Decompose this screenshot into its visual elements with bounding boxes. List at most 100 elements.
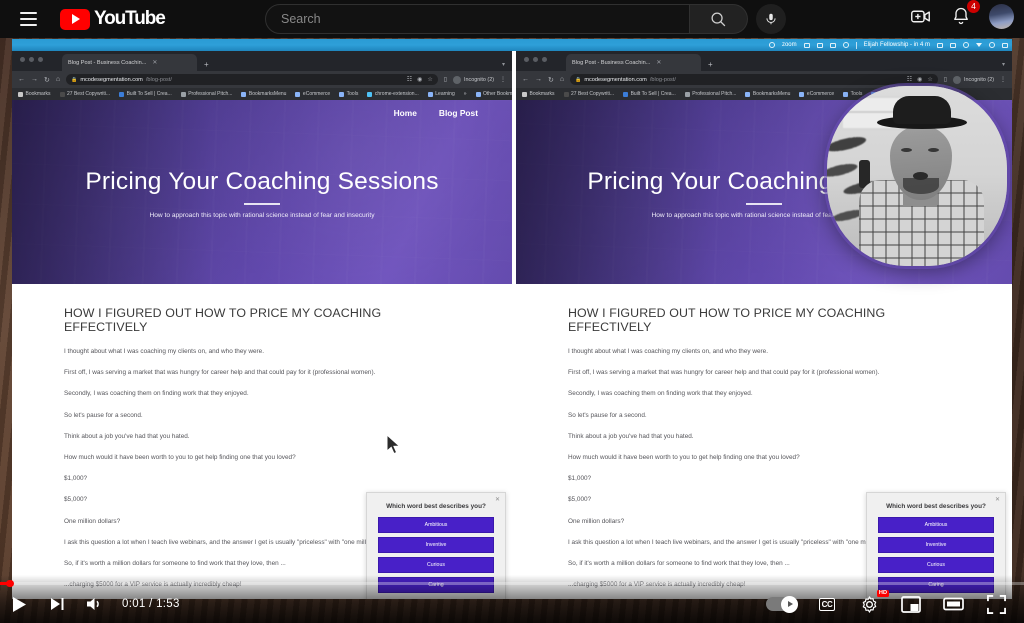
bookmark-item[interactable]: Built To Sell | Crea... <box>119 91 172 97</box>
youtube-logo[interactable]: YouTube <box>60 8 165 30</box>
profile-chip[interactable]: Incognito (2) <box>953 76 994 84</box>
bookmark-item[interactable]: Bookmarks <box>18 91 51 97</box>
bookmarks-bar: Bookmarks 27 Best Copywriti... Built To … <box>12 88 512 100</box>
widget-option-curious[interactable]: Curious <box>378 557 494 573</box>
back-arrow-icon[interactable]: ← <box>522 76 529 83</box>
bookmark-item[interactable]: eCommerce <box>295 91 330 97</box>
bookmark-item[interactable]: Learning <box>428 91 455 97</box>
bookmark-item[interactable]: chrome-extension... <box>367 91 418 97</box>
search-input[interactable]: Search <box>265 4 690 34</box>
bookmark-item[interactable]: 27 Best Copywriti... <box>60 91 111 97</box>
article-paragraph: So let's pause for a second. <box>568 412 960 420</box>
bluetooth-icon[interactable] <box>950 43 956 48</box>
sidepanel-icon[interactable]: ▯ <box>444 76 447 83</box>
widget-option-inventive[interactable]: Inventive <box>878 537 994 553</box>
other-bookmarks[interactable]: Other Bookmarks <box>476 91 512 97</box>
miniplayer-button[interactable] <box>890 585 932 623</box>
battery-icon[interactable] <box>1002 43 1008 48</box>
bookmark-item[interactable]: Built To Sell | Crea... <box>623 91 676 97</box>
bookmark-item[interactable]: BookmarksMenu <box>745 91 790 97</box>
spotlight-icon[interactable] <box>989 42 995 48</box>
browser-tab[interactable]: Blog Post - Business Coachin... ✕ <box>62 54 197 71</box>
widget-option-inventive[interactable]: Inventive <box>378 537 494 553</box>
youtube-masthead: YouTube Search <box>0 0 1024 38</box>
theater-mode-button[interactable] <box>932 585 974 623</box>
bookmark-item[interactable]: BookmarksMenu <box>241 91 286 97</box>
bookmark-star-icon[interactable]: ☆ <box>427 76 432 83</box>
nav-link-blog-post[interactable]: Blog Post <box>439 108 478 118</box>
address-bar[interactable]: 🔒 mcodesegmentation.com /blog-post/ ☷ ◉ … <box>66 74 438 85</box>
new-tab-button[interactable]: + <box>204 60 209 69</box>
dropbox-icon[interactable] <box>830 43 836 48</box>
shared-screen: zoom Elijah Fellowship - in 4 m <box>12 39 1012 599</box>
volume-button[interactable] <box>76 585 114 623</box>
chevron-down-icon[interactable]: ▾ <box>1002 61 1005 68</box>
widget-option-curious[interactable]: Curious <box>878 557 994 573</box>
nav-link-home[interactable]: Home <box>394 108 417 118</box>
notification-icon[interactable] <box>843 42 849 48</box>
hamburger-menu-icon[interactable] <box>8 0 48 39</box>
volume-icon <box>86 596 104 612</box>
bookmark-item[interactable]: Professional Pitch... <box>685 91 737 97</box>
page-subtitle: How to approach this topic with rational… <box>12 212 512 219</box>
eye-icon[interactable]: ◉ <box>417 76 422 83</box>
new-tab-button[interactable]: + <box>708 60 713 69</box>
reload-icon[interactable]: ↻ <box>44 76 50 84</box>
control-center-icon[interactable] <box>963 42 969 48</box>
duration: 1:53 <box>156 598 180 610</box>
close-icon[interactable]: ✕ <box>995 496 1000 503</box>
display-icon[interactable] <box>817 43 823 48</box>
article-paragraph: $1,000? <box>64 475 460 483</box>
three-dot-menu-icon[interactable]: ⋮ <box>500 76 506 83</box>
back-arrow-icon[interactable]: ← <box>18 76 25 83</box>
forward-arrow-icon[interactable]: → <box>535 76 542 83</box>
forward-arrow-icon[interactable]: → <box>31 76 38 83</box>
bookmark-item[interactable]: Tools <box>339 91 358 97</box>
close-icon[interactable]: ✕ <box>495 496 500 503</box>
fullscreen-icon <box>987 595 1006 614</box>
zoom-icon[interactable] <box>804 43 810 48</box>
home-icon[interactable]: ⌂ <box>56 76 60 83</box>
search-button[interactable] <box>690 4 748 34</box>
bookmark-item[interactable]: 27 Best Copywriti... <box>564 91 615 97</box>
window-controls[interactable] <box>524 57 547 62</box>
address-bar[interactable]: 🔒 mcodesegmentation.com /blog-post/ ☷ ◉ … <box>570 74 938 85</box>
avatar[interactable] <box>989 4 1014 29</box>
next-video-button[interactable] <box>38 585 76 623</box>
reload-icon[interactable]: ↻ <box>548 76 554 84</box>
bookmark-item[interactable]: Bookmarks <box>522 91 555 97</box>
screen-record-icon[interactable] <box>769 42 775 48</box>
wifi-icon[interactable] <box>976 43 982 47</box>
close-icon[interactable]: ✕ <box>152 59 157 66</box>
widget-option-ambitious[interactable]: Ambitious <box>378 517 494 533</box>
timemachine-icon[interactable] <box>937 43 943 48</box>
profile-chip[interactable]: Incognito (2) <box>453 76 494 84</box>
home-icon[interactable]: ⌂ <box>560 76 564 83</box>
close-icon[interactable]: ✕ <box>656 59 661 66</box>
webcam-scene <box>827 86 1007 266</box>
eye-icon[interactable]: ◉ <box>917 76 922 83</box>
omnibox-bar: ← → ↻ ⌂ 🔒 mcodesegmentation.com /blog-po… <box>12 71 512 88</box>
sidepanel-icon[interactable]: ▯ <box>944 76 947 83</box>
settings-button[interactable]: HD <box>848 585 890 623</box>
article-paragraph: $1,000? <box>568 475 960 483</box>
widget-option-ambitious[interactable]: Ambitious <box>878 517 994 533</box>
extensions-icon[interactable]: ☷ <box>907 76 912 83</box>
autoplay-toggle[interactable] <box>758 585 806 623</box>
mac-app-name: zoom <box>782 42 797 48</box>
extensions-icon[interactable]: ☷ <box>407 76 412 83</box>
bookmark-overflow[interactable]: » <box>464 91 467 97</box>
chevron-down-icon[interactable]: ▾ <box>502 61 505 68</box>
play-button[interactable] <box>0 585 38 623</box>
bookmark-item[interactable]: Professional Pitch... <box>181 91 233 97</box>
voice-search-button[interactable] <box>756 4 786 34</box>
fullscreen-button[interactable] <box>974 585 1018 623</box>
captions-button[interactable]: CC <box>806 585 848 623</box>
video-player[interactable]: zoom Elijah Fellowship - in 4 m <box>0 38 1024 623</box>
three-dot-menu-icon[interactable]: ⋮ <box>1000 76 1006 83</box>
notifications-button[interactable]: 4 <box>948 3 974 29</box>
window-controls[interactable] <box>20 57 43 62</box>
browser-tab[interactable]: Blog Post - Business Coachin... ✕ <box>566 54 701 71</box>
bookmark-star-icon[interactable]: ☆ <box>927 76 932 83</box>
create-video-icon[interactable] <box>907 3 933 29</box>
